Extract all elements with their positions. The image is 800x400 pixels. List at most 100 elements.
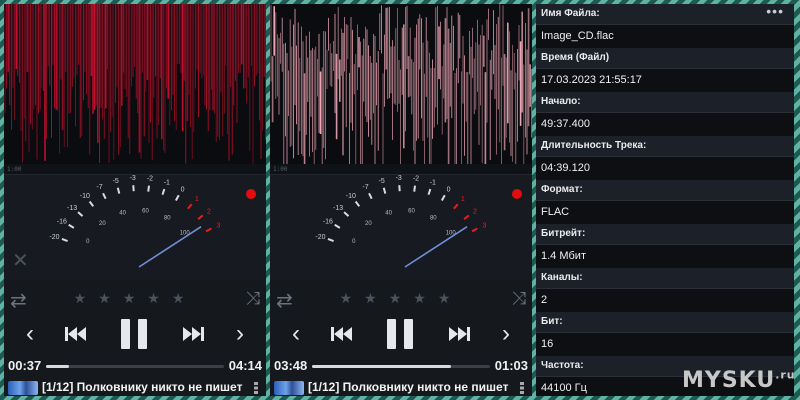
info-label: Время (Файл) bbox=[536, 48, 794, 69]
pause-icon[interactable] bbox=[382, 316, 418, 352]
vu-db-label: -20 bbox=[315, 234, 325, 241]
vu-db-label: -3 bbox=[130, 175, 136, 182]
info-value: 1.4 Мбит bbox=[541, 250, 586, 262]
star-icon[interactable]: ★ bbox=[340, 290, 365, 306]
info-value: 49:37.400 bbox=[541, 118, 590, 130]
chevron-left-icon[interactable]: ‹ bbox=[286, 316, 306, 352]
vu-db-label: -13 bbox=[333, 205, 343, 212]
info-value: Image_CD.flac bbox=[541, 30, 614, 42]
player-controls: ⇄ ★★★★★ ⤨ ‹ › 03:48 01:03 [1/12] Полковн… bbox=[270, 280, 532, 396]
info-value: 04:39.120 bbox=[541, 162, 590, 174]
star-icon[interactable]: ★ bbox=[438, 290, 463, 306]
album-art-icon[interactable] bbox=[8, 381, 38, 395]
track-title[interactable]: [1/12] Полковнику никто не пишет bbox=[42, 380, 242, 394]
pause-icon[interactable] bbox=[116, 316, 152, 352]
player-controls: ⇄ ★★★★★ ⤨ ‹ › 00:37 04:14 [1/12] Полковн… bbox=[4, 280, 266, 396]
elapsed-time: 03:48 bbox=[274, 358, 308, 373]
waveform-scale-label: 1:00 bbox=[7, 166, 22, 173]
waveform[interactable] bbox=[270, 4, 532, 164]
vu-db-label: -2 bbox=[413, 176, 419, 183]
vu-percent-label: 20 bbox=[365, 221, 372, 227]
info-value: 16 bbox=[541, 338, 554, 350]
player-panel-2: 1:00 -20 -16 -13 -10 -7 -5 -3 -2 -1 0 1 2 3 0 20 40 60 80… bbox=[270, 4, 532, 396]
star-icon[interactable]: ★ bbox=[364, 290, 389, 306]
rating-stars[interactable]: ★★★★★ bbox=[4, 290, 266, 307]
vu-db-label: 0 bbox=[447, 186, 451, 193]
watermark-logo: MYSKU.ru bbox=[682, 368, 796, 393]
close-icon[interactable]: ✕ bbox=[12, 251, 29, 271]
vu-db-label: -3 bbox=[396, 175, 402, 182]
skip-previous-icon[interactable] bbox=[60, 316, 90, 352]
waveform[interactable] bbox=[4, 4, 266, 164]
star-icon[interactable]: ★ bbox=[123, 290, 148, 306]
remaining-time: 01:03 bbox=[494, 358, 528, 373]
shuffle-icon[interactable]: ⤨ bbox=[246, 288, 260, 309]
vu-meter: -20 -16 -13 -10 -7 -5 -3 -2 -1 0 1 2 3 0 20 40 60 80 100 ✕ bbox=[4, 174, 266, 281]
vu-db-label: -20 bbox=[49, 234, 59, 241]
shuffle-icon[interactable]: ⤨ bbox=[512, 288, 526, 309]
seek-bar[interactable] bbox=[312, 365, 490, 368]
star-icon[interactable]: ★ bbox=[413, 290, 438, 306]
more-icon[interactable]: ••• bbox=[766, 4, 784, 18]
vu-percent-label: 80 bbox=[164, 215, 171, 221]
rating-stars[interactable]: ★★★★★ bbox=[270, 290, 532, 307]
vu-db-label: -16 bbox=[323, 219, 333, 226]
info-label: Начало: bbox=[536, 92, 794, 113]
info-value: 2 bbox=[541, 294, 548, 306]
info-label: Каналы: bbox=[536, 268, 794, 289]
vu-db-label: 1 bbox=[461, 196, 465, 203]
track-title[interactable]: [1/12] Полковнику никто не пишет bbox=[308, 380, 508, 394]
vu-db-label: 1 bbox=[195, 196, 199, 203]
vu-db-label: -16 bbox=[57, 219, 67, 226]
vu-percent-label: 0 bbox=[86, 239, 90, 245]
vu-meter: -20 -16 -13 -10 -7 -5 -3 -2 -1 0 1 2 3 0 20 40 60 80 100 bbox=[270, 174, 532, 281]
seek-bar-fill bbox=[46, 365, 70, 368]
chevron-right-icon[interactable]: › bbox=[230, 316, 250, 352]
vu-db-label: -13 bbox=[67, 205, 77, 212]
star-icon[interactable]: ★ bbox=[147, 290, 172, 306]
more-icon[interactable] bbox=[520, 382, 524, 394]
seek-bar[interactable] bbox=[46, 365, 224, 368]
vu-percent-label: 60 bbox=[408, 208, 415, 214]
info-label: Бит: bbox=[536, 312, 794, 333]
vu-percent-label: 60 bbox=[142, 208, 149, 214]
remaining-time: 04:14 bbox=[228, 358, 262, 373]
vu-db-label: 3 bbox=[483, 223, 487, 230]
vu-db-label: -10 bbox=[80, 193, 90, 200]
vu-db-label: -10 bbox=[346, 193, 356, 200]
more-icon[interactable] bbox=[254, 382, 258, 394]
vu-db-label: -1 bbox=[164, 179, 170, 186]
skip-previous-icon[interactable] bbox=[326, 316, 356, 352]
chevron-right-icon[interactable]: › bbox=[496, 316, 516, 352]
chevron-left-icon[interactable]: ‹ bbox=[20, 316, 40, 352]
vu-db-label: 2 bbox=[473, 208, 477, 215]
vu-db-label: -5 bbox=[113, 178, 119, 185]
vu-db-label: -1 bbox=[430, 179, 436, 186]
skip-next-icon[interactable] bbox=[444, 316, 474, 352]
waveform-scale-label: 1:00 bbox=[273, 166, 288, 173]
vu-db-label: -5 bbox=[379, 178, 385, 185]
star-icon[interactable]: ★ bbox=[74, 290, 99, 306]
info-label: Имя Файла: bbox=[536, 4, 794, 25]
record-indicator-icon bbox=[246, 189, 256, 199]
star-icon[interactable]: ★ bbox=[172, 290, 197, 306]
vu-percent-label: 40 bbox=[119, 210, 126, 216]
skip-next-icon[interactable] bbox=[178, 316, 208, 352]
vu-needle bbox=[138, 226, 202, 268]
vu-db-label: 3 bbox=[217, 223, 221, 230]
seek-bar-fill bbox=[312, 365, 451, 368]
vu-db-label: 2 bbox=[207, 208, 211, 215]
album-art-icon[interactable] bbox=[274, 381, 304, 395]
star-icon[interactable]: ★ bbox=[98, 290, 123, 306]
info-label: Формат: bbox=[536, 180, 794, 201]
vu-db-label: -7 bbox=[362, 184, 368, 191]
vu-db-label: -2 bbox=[147, 176, 153, 183]
star-icon[interactable]: ★ bbox=[389, 290, 414, 306]
record-indicator-icon bbox=[512, 189, 522, 199]
file-info-panel: ••• Имя Файла: Image_CD.flac Время (Файл… bbox=[536, 4, 794, 396]
info-label: Длительность Трека: bbox=[536, 136, 794, 157]
info-label: Битрейт: bbox=[536, 224, 794, 245]
vu-percent-label: 20 bbox=[99, 221, 106, 227]
file-info-list: Имя Файла: Image_CD.flac Время (Файл) 17… bbox=[536, 4, 794, 396]
vu-needle bbox=[404, 226, 468, 268]
